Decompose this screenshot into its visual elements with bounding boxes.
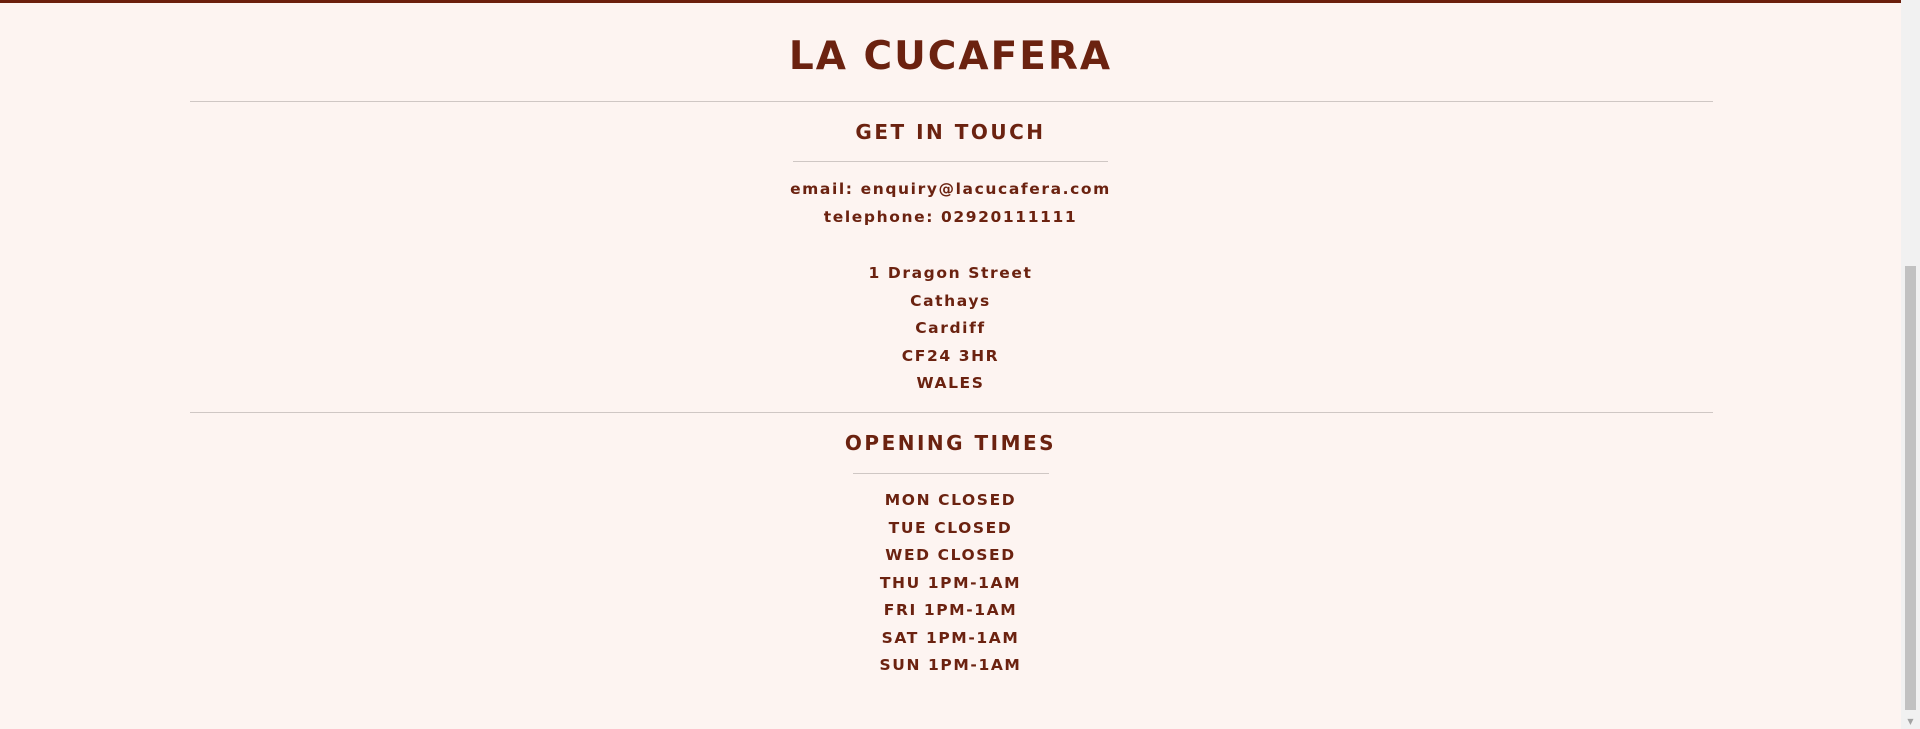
hours-row: SUN 1PM-1AM: [879, 656, 1022, 674]
contact-heading: GET IN TOUCH: [855, 120, 1046, 144]
scroll-down-arrow-icon[interactable]: ▼: [1901, 715, 1920, 729]
hours-row: THU 1PM-1AM: [879, 573, 1022, 592]
divider: [190, 412, 1713, 413]
hours-row: WED CLOSED: [885, 546, 1016, 564]
address-line: Cardiff: [915, 319, 986, 337]
email-link[interactable]: email: enquiry@lacucafera.com: [0, 176, 1901, 204]
address-line: 1 Dragon Street: [868, 264, 1033, 282]
brand-title: LA CUCAFERA: [788, 34, 1113, 79]
scrollbar-thumb[interactable]: [1905, 266, 1916, 710]
address-line: CF24 3HR: [901, 346, 1000, 365]
vertical-scrollbar[interactable]: ▼: [1901, 0, 1920, 729]
heading-underline: [852, 473, 1049, 474]
contact-section: GET IN TOUCH email: enquiry@lacucafera.c…: [0, 120, 1901, 398]
telephone-link[interactable]: telephone: 02920111111: [0, 204, 1901, 232]
address-line: Cathays: [910, 291, 991, 310]
hours-row: FRI 1PM-1AM: [883, 601, 1018, 619]
address-line: WALES: [916, 374, 985, 392]
hours-row: MON CLOSED: [884, 491, 1017, 509]
heading-underline: [793, 161, 1108, 162]
opening-times-heading: OPENING TIMES: [844, 431, 1057, 455]
address-block: 1 Dragon Street Cathays Cardiff CF24 3HR…: [0, 260, 1901, 398]
page: LA CUCAFERA GET IN TOUCH email: enquiry@…: [0, 0, 1901, 729]
hours-row: TUE CLOSED: [888, 518, 1013, 537]
hours-row: SAT 1PM-1AM: [881, 628, 1020, 647]
opening-times-section: OPENING TIMES MON CLOSED TUE CLOSED WED …: [0, 431, 1901, 680]
divider: [190, 101, 1713, 102]
